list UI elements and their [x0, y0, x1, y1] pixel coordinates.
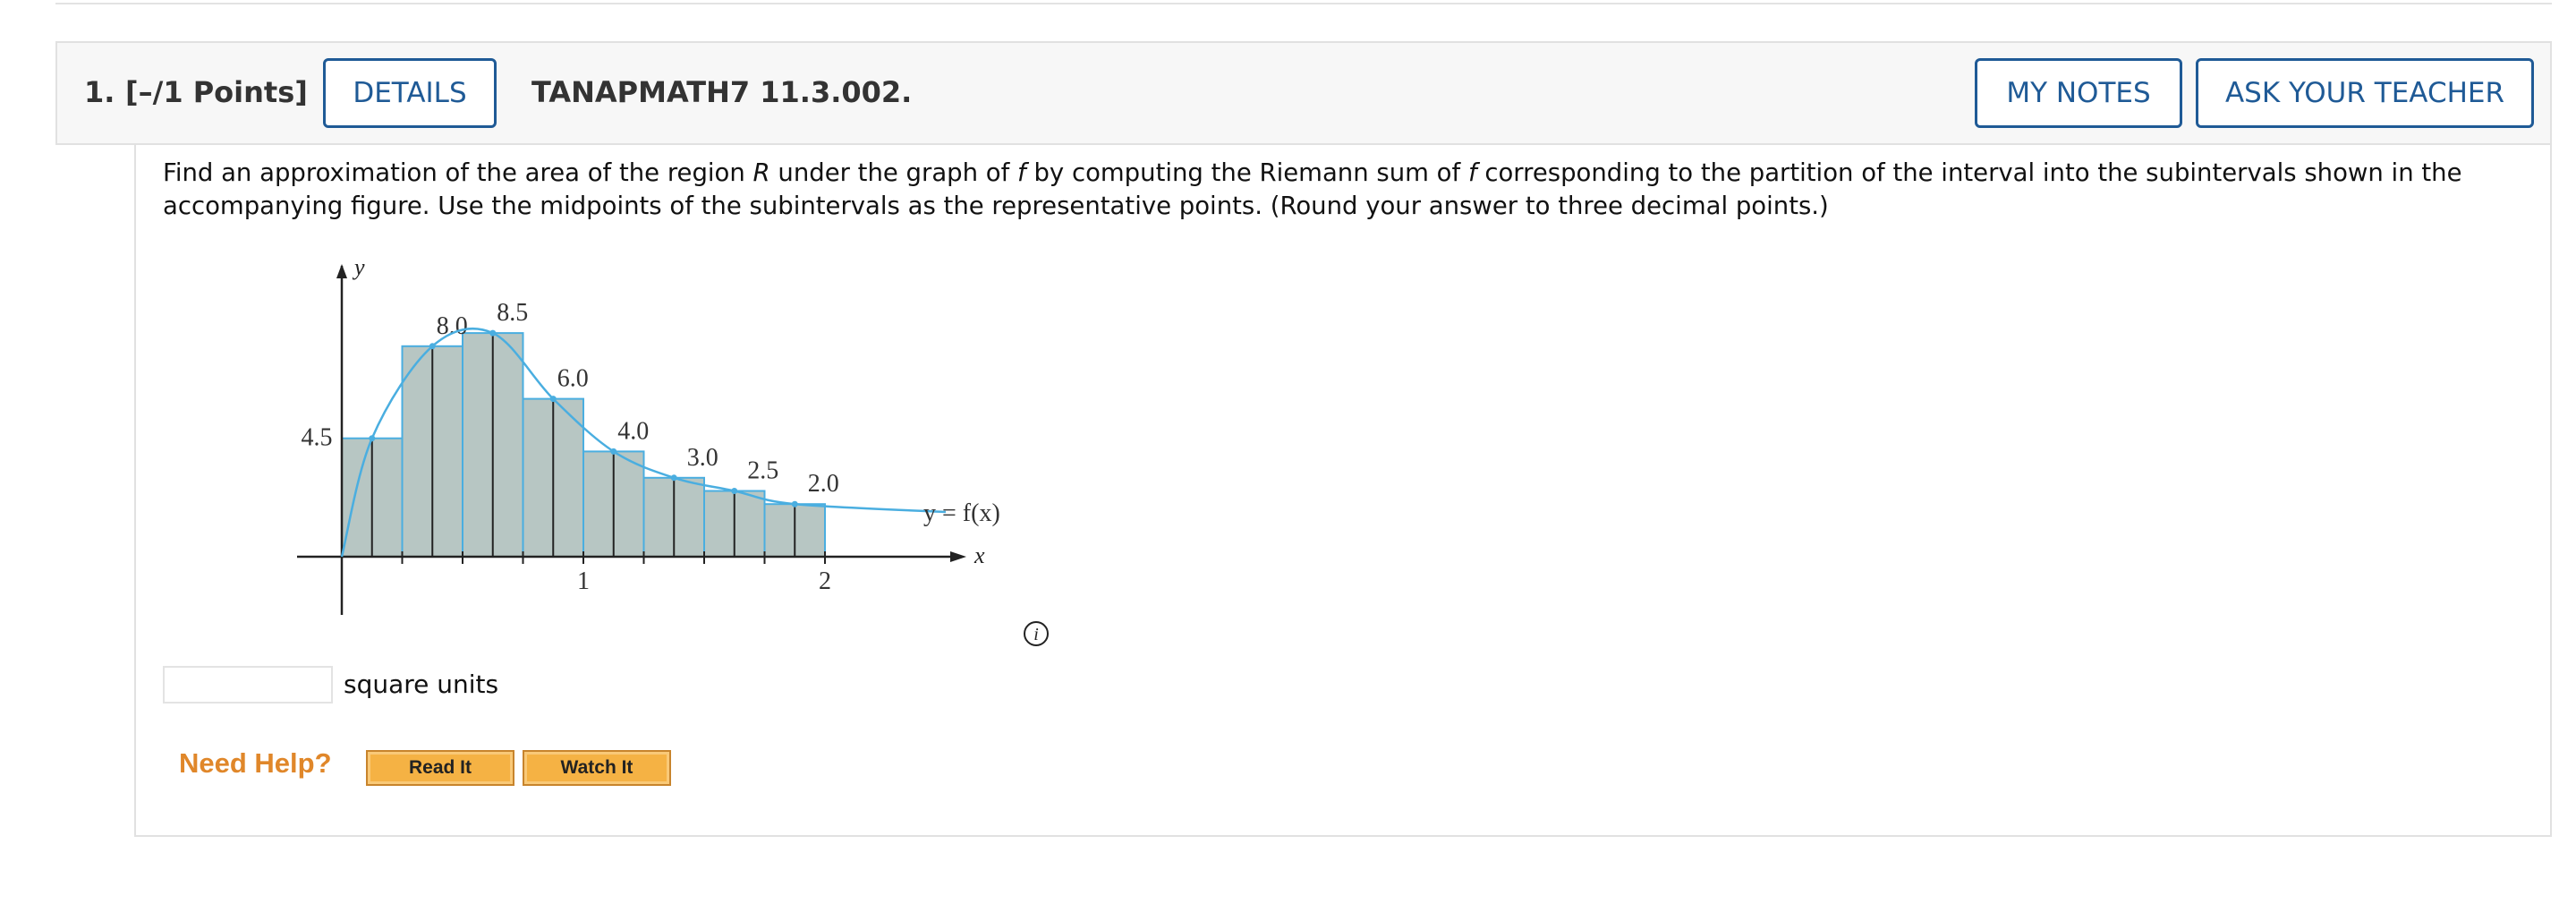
svg-text:i: i: [1033, 625, 1039, 644]
bar-value-label: 2.5: [747, 457, 778, 485]
curve-point: [549, 396, 557, 403]
curve-point: [791, 500, 798, 507]
prompt-var-f: f: [1017, 158, 1026, 187]
read-it-button[interactable]: Read It: [366, 750, 514, 786]
my-notes-button[interactable]: MY NOTES: [1975, 58, 2182, 128]
prompt-text: by computing the Riemann sum of: [1025, 158, 1468, 187]
curve-point: [670, 474, 677, 482]
bar-value-label: 8.0: [437, 312, 468, 340]
riemann-sum-figure: 4.58.0 8.56.04.03.0 2.5 2.0 y x 12 y = f(x): [297, 254, 1000, 615]
curve-point: [429, 343, 436, 350]
curve-point: [731, 488, 738, 494]
question-number: 1.: [84, 75, 115, 109]
bar-value-label: 6.0: [557, 365, 589, 393]
bar-value-label: 2.0: [808, 470, 839, 498]
y-axis-label: y: [352, 254, 365, 280]
top-divider: [55, 0, 2552, 4]
ask-your-teacher-button[interactable]: ASK YOUR TEACHER: [2196, 58, 2534, 128]
x-ticks: 12: [401, 551, 831, 595]
info-icon[interactable]: i: [1022, 619, 1050, 648]
bar-value-label: 4.0: [617, 417, 649, 445]
prompt-text: Find an approximation of the area of the…: [163, 158, 753, 187]
prompt-var-f: f: [1467, 158, 1477, 187]
x-tick-label: 1: [577, 567, 590, 595]
x-axis-arrow: [950, 551, 966, 562]
question-prompt: Find an approximation of the area of the…: [163, 157, 2507, 223]
curve-label: y = f(x): [923, 499, 1000, 527]
x-tick-label: 2: [819, 567, 831, 595]
question-code: TANAPMATH7 11.3.002.: [531, 75, 913, 109]
bar-value-label: 3.0: [687, 444, 718, 472]
question-header: 1. [–/1 Points] DETAILS TANAPMATH7 11.3.…: [55, 41, 2552, 145]
curve-point: [489, 329, 497, 337]
y-axis-arrow: [336, 264, 347, 278]
curve-point: [369, 435, 376, 442]
question-body: Find an approximation of the area of the…: [134, 145, 2552, 837]
answer-input[interactable]: [163, 666, 333, 704]
prompt-text: under the graph of: [769, 158, 1018, 187]
bar-value-label: 4.5: [302, 424, 333, 452]
curve-point: [610, 448, 617, 455]
details-button[interactable]: DETAILS: [323, 58, 497, 128]
prompt-var-r: R: [752, 158, 770, 187]
answer-units: square units: [344, 669, 499, 699]
x-axis-label: x: [973, 542, 985, 568]
watch-it-button[interactable]: Watch It: [523, 750, 671, 786]
need-help-label: Need Help?: [179, 747, 332, 779]
bar-value-label: 8.5: [497, 299, 528, 327]
question-points: [–/1 Points]: [125, 75, 308, 109]
